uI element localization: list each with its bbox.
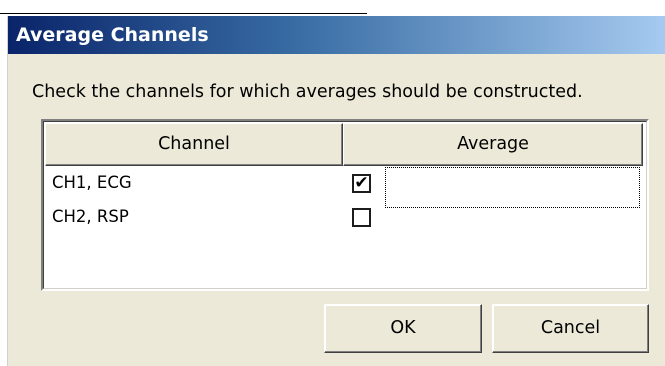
top-strip <box>0 0 665 16</box>
table-row[interactable]: CH1, ECG ✔ <box>45 166 643 208</box>
column-header-average[interactable]: Average <box>343 123 643 166</box>
average-channels-dialog: Average Channels Check the channels for … <box>7 16 665 366</box>
dialog-title: Average Channels <box>8 16 665 54</box>
column-header-channel[interactable]: Channel <box>45 123 343 166</box>
channels-table: Channel Average CH1, ECG ✔ CH2, RSP <box>41 119 649 291</box>
average-checkbox[interactable]: ✔ <box>352 174 371 193</box>
instruction-text: Check the channels for which averages sh… <box>32 82 583 102</box>
table-row[interactable]: CH2, RSP <box>45 200 643 234</box>
ok-button[interactable]: OK <box>324 304 482 353</box>
channel-label: CH2, RSP <box>52 207 129 226</box>
channels-table-body: Channel Average CH1, ECG ✔ CH2, RSP <box>43 121 647 289</box>
channel-label: CH1, ECG <box>52 173 132 192</box>
cancel-button[interactable]: Cancel <box>492 304 649 353</box>
top-divider <box>0 13 367 14</box>
average-checkbox[interactable] <box>352 208 371 227</box>
